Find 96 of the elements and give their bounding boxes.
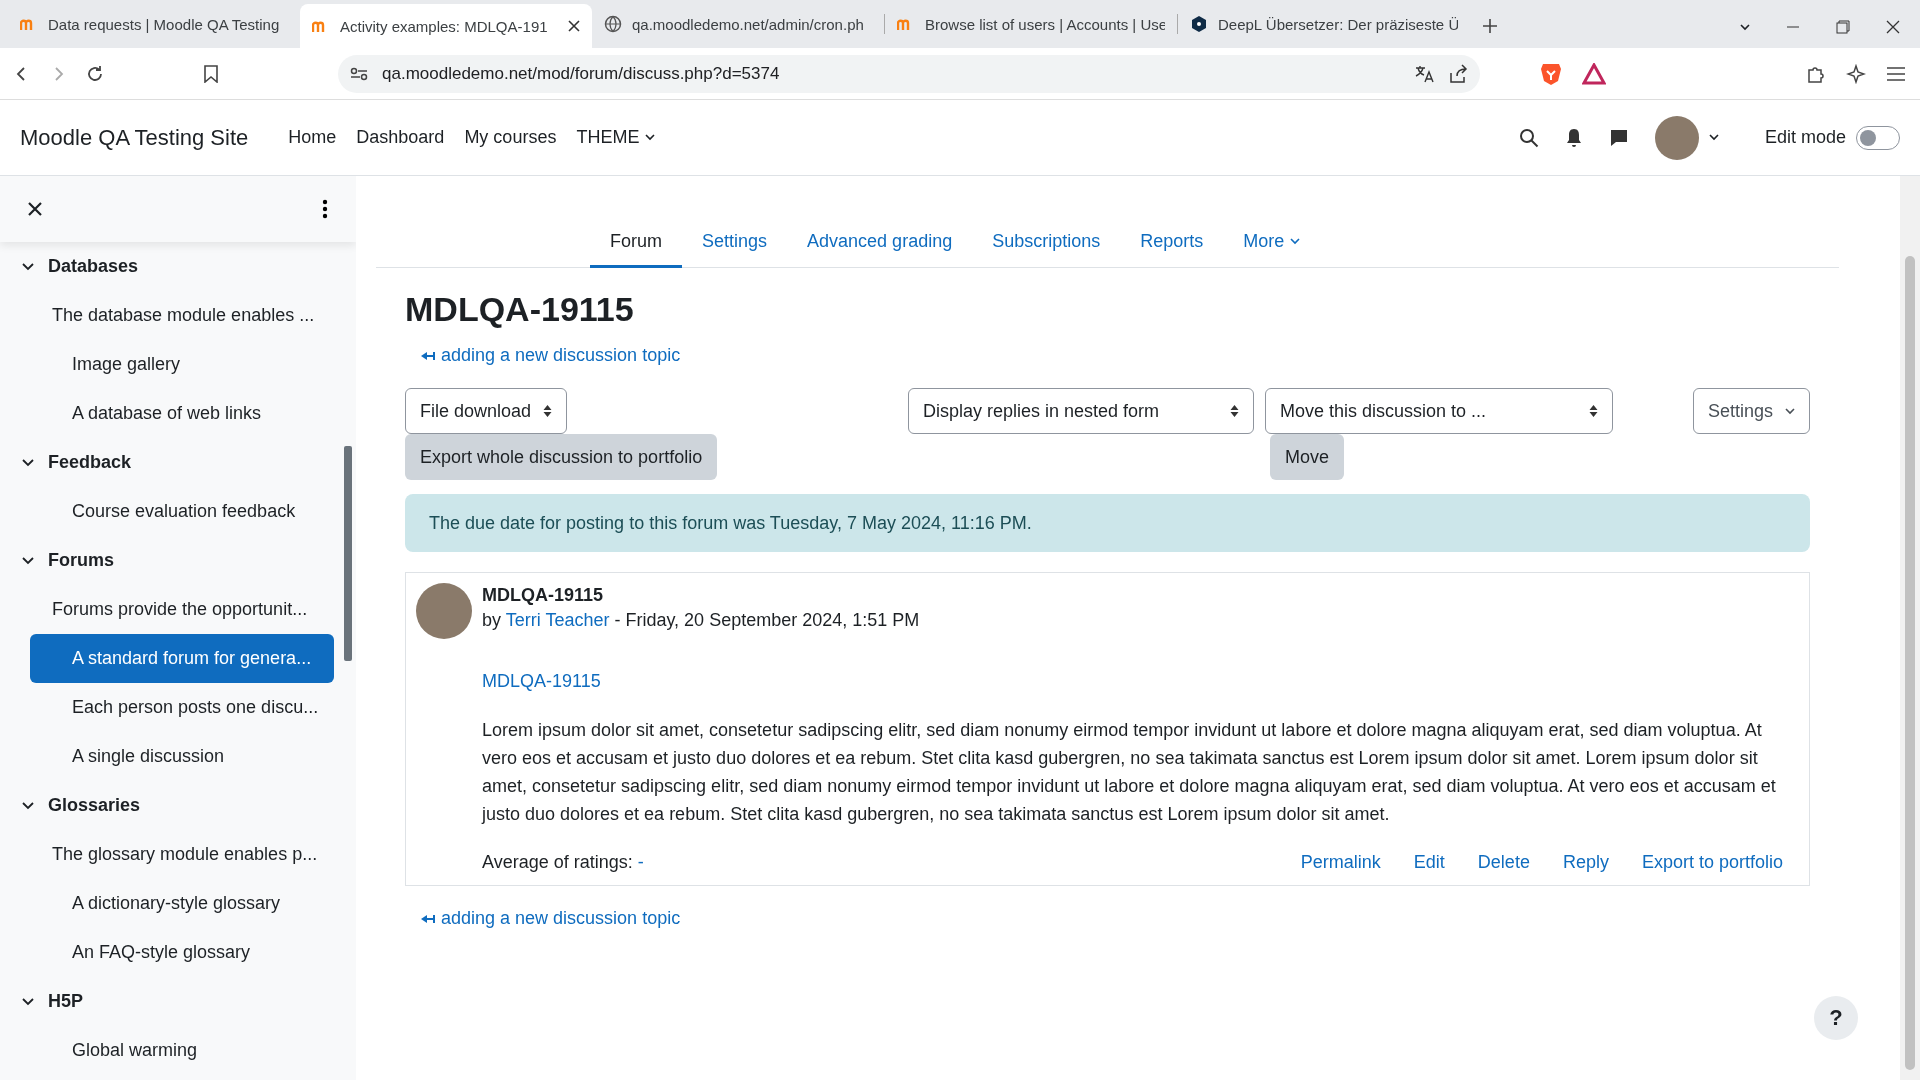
- menu-icon[interactable]: [1886, 65, 1906, 82]
- help-button[interactable]: ?: [1814, 996, 1858, 1040]
- chevron-icon: [22, 556, 34, 565]
- secondary-nav-tab[interactable]: Reports: [1120, 218, 1224, 268]
- nav-link[interactable]: Dashboard: [356, 127, 445, 148]
- section-heading[interactable]: Glossaries: [0, 781, 356, 830]
- search-icon[interactable]: [1518, 127, 1539, 148]
- secondary-nav-tab[interactable]: Settings: [682, 218, 788, 268]
- nav-link[interactable]: Home: [288, 127, 337, 148]
- edit-mode-toggle[interactable]: [1856, 125, 1900, 150]
- ratings-label: Average of ratings:: [482, 852, 633, 873]
- author-avatar: [416, 583, 472, 639]
- file-download-select[interactable]: File download: [405, 388, 568, 434]
- close-icon[interactable]: [568, 20, 580, 32]
- display-mode-select[interactable]: Display replies in nested form: [908, 388, 1254, 434]
- activity-link[interactable]: Each person posts one discu...: [0, 683, 356, 732]
- section-heading[interactable]: Feedback: [0, 438, 356, 487]
- section-heading[interactable]: H5P: [0, 977, 356, 1026]
- new-tab-icon[interactable]: [1482, 18, 1498, 34]
- caret-icon: [645, 134, 656, 141]
- page-scrollbar[interactable]: [1900, 176, 1920, 1080]
- user-menu-caret-icon: [1708, 134, 1719, 141]
- post-action-link[interactable]: Export to portfolio: [1641, 852, 1783, 873]
- section-description[interactable]: The glossary module enables p...: [0, 830, 356, 879]
- post-action-link[interactable]: Permalink: [1300, 852, 1381, 873]
- post-title-link[interactable]: MDLQA-19115: [482, 671, 601, 692]
- site-name[interactable]: Moodle QA Testing Site: [20, 124, 249, 151]
- move-discussion-select[interactable]: Move this discussion to ...: [1265, 388, 1613, 434]
- post-action-link[interactable]: Edit: [1413, 852, 1445, 873]
- more-options-icon[interactable]: [322, 199, 328, 219]
- back-arrow-icon: [421, 913, 435, 924]
- export-discussion-button[interactable]: Export whole discussion to portfolio: [405, 434, 718, 480]
- chevron-icon: [22, 458, 34, 467]
- back-arrow-icon: [421, 350, 435, 361]
- globe-icon: [604, 15, 622, 33]
- browser-tab[interactable]: DeepL Übersetzer: Der präziseste Ü: [1178, 4, 1470, 44]
- bookmark-icon[interactable]: [204, 64, 218, 83]
- scrollbar-thumb[interactable]: [344, 446, 352, 661]
- activity-link[interactable]: A dictionary-style glossary: [0, 879, 356, 928]
- close-icon[interactable]: [1886, 20, 1900, 34]
- sort-caret-icon: [1589, 404, 1598, 418]
- activity-link[interactable]: Global warming: [0, 1026, 356, 1075]
- close-icon[interactable]: [28, 202, 42, 216]
- post-body: Lorem ipsum dolor sit amet, consetetur sadipscing elitr, sed diam nonumy eirmod tempor invidunt ut labore et dolore magna aliquyam erat, sed diam voluptua. At vero eos et accusam et justo duo dolores et ea rebum. Stet clita kasd gubergren, no sea takimata sanctus est Lorem ipsum dolor sit amet. Lorem ipsum dolor sit amet, consetetur sadipscing elitr, sed diam nonumy eirmod tempor invidunt ut labore et dolore magna aliquyam erat, sed diam voluptua. At vero eos et accusam et justo duo dolores et ea rebum. Stet clita kasd gubergren, no sea takimata sanctus est Lorem ipsum dolor sit amet.: [482, 719, 1777, 826]
- secondary-nav-tab[interactable]: Subscriptions: [972, 218, 1121, 268]
- bell-icon[interactable]: [1564, 127, 1583, 148]
- activity-link[interactable]: A standard forum for genera...: [30, 634, 334, 683]
- section-description[interactable]: Forums provide the opportunit...: [0, 585, 356, 634]
- section-description[interactable]: The database module enables ...: [0, 291, 356, 340]
- page-heading: MDLQA-19115: [405, 290, 635, 329]
- chat-bubble-icon[interactable]: [1608, 127, 1629, 148]
- caret-icon: [1785, 407, 1795, 415]
- secondary-nav-tab[interactable]: More: [1223, 218, 1321, 268]
- reload-icon[interactable]: [86, 64, 104, 83]
- sparkle-star-icon[interactable]: [1846, 63, 1866, 84]
- post-date: - Friday, 20 September 2024, 1:51 PM: [614, 610, 920, 630]
- nav-link[interactable]: My courses: [464, 127, 557, 148]
- post-action-link[interactable]: Delete: [1477, 852, 1530, 873]
- sort-caret-icon: [1230, 404, 1239, 418]
- post-subject: MDLQA-19115: [482, 585, 605, 606]
- chevron-icon: [22, 801, 34, 810]
- address-bar[interactable]: qa.moodledemo.net/mod/forum/discuss.php?d=5374: [338, 54, 1480, 93]
- author-link[interactable]: Terri Teacher: [505, 610, 610, 630]
- tab-list-caret-icon: [1740, 23, 1750, 31]
- translate-icon[interactable]: [1414, 63, 1434, 84]
- activity-link[interactable]: Course evaluation feedback: [0, 487, 356, 536]
- activity-link[interactable]: A database of web links: [0, 389, 356, 438]
- secondary-nav-tab[interactable]: Advanced grading: [787, 218, 973, 268]
- chevron-icon: [22, 262, 34, 271]
- nav-link[interactable]: THEME: [576, 127, 656, 148]
- activity-link[interactable]: A single discussion: [0, 732, 356, 781]
- chevron-icon: [22, 997, 34, 1006]
- restore-icon[interactable]: [1836, 20, 1850, 34]
- by-label: by: [482, 610, 501, 630]
- browser-tab[interactable]: qa.moodledemo.net/admin/cron.ph: [592, 4, 884, 44]
- settings-dropdown[interactable]: Settings: [1692, 388, 1810, 434]
- site-settings-icon: [350, 66, 368, 81]
- browser-tab[interactable]: Data requests | Moodle QA Testing: [8, 4, 300, 44]
- section-heading[interactable]: Forums: [0, 536, 356, 585]
- secondary-nav-tab[interactable]: Forum: [590, 218, 682, 268]
- sort-caret-icon: [543, 404, 553, 418]
- hexagon-icon: [1190, 15, 1208, 33]
- back-link[interactable]: adding a new discussion topic: [421, 908, 681, 929]
- edit-mode-label: Edit mode: [1764, 127, 1846, 148]
- activity-link[interactable]: Image gallery: [0, 340, 356, 389]
- move-button[interactable]: Move: [1270, 434, 1344, 480]
- activity-link[interactable]: An FAQ-style glossary: [0, 928, 356, 977]
- post-action-link[interactable]: Reply: [1562, 852, 1609, 873]
- browser-tab[interactable]: Activity examples: MDLQA-191: [300, 4, 592, 48]
- back-link[interactable]: adding a new discussion topic: [421, 345, 681, 366]
- share-icon[interactable]: [1448, 63, 1468, 84]
- due-date-alert: The due date for posting to this forum was Tuesday, 7 May 2024, 11:16 PM.: [405, 494, 1810, 552]
- ratings-value[interactable]: -: [637, 852, 644, 873]
- triangle-icon[interactable]: [1582, 62, 1606, 85]
- caret-icon: [1290, 238, 1301, 245]
- section-heading[interactable]: Databases: [0, 242, 356, 291]
